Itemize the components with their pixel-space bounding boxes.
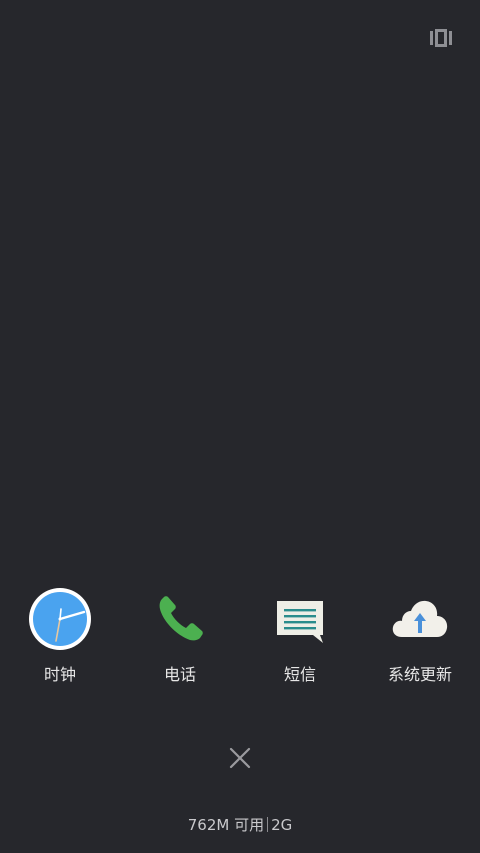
app-system-update[interactable]: 系统更新 [360,587,480,697]
app-phone[interactable]: 电话 [120,587,240,697]
close-icon [229,747,251,769]
app-clock[interactable]: 时钟 [0,587,120,697]
multiwindow-icon [430,29,452,47]
phone-icon [159,596,203,641]
multiwindow-button[interactable] [430,29,452,47]
app-label: 系统更新 [387,665,452,684]
app-label: 时钟 [43,665,76,684]
recent-apps-screen: 时钟 电话 短信 系统更新 762M 可用 2G [0,0,480,853]
app-label: 短信 [283,665,316,684]
memory-total: 2G [271,816,293,834]
clock-icon [29,588,91,650]
app-label: 电话 [163,665,196,684]
memory-separator [267,817,269,832]
app-messages[interactable]: 短信 [240,587,360,697]
message-icon [277,601,323,643]
clear-all-button[interactable] [226,744,254,772]
recent-apps-row: 时钟 电话 短信 系统更新 [0,587,480,697]
memory-info: 762M 可用 2G [0,814,480,836]
cloud-upload-icon [392,600,448,637]
memory-available: 762M 可用 [187,816,265,834]
